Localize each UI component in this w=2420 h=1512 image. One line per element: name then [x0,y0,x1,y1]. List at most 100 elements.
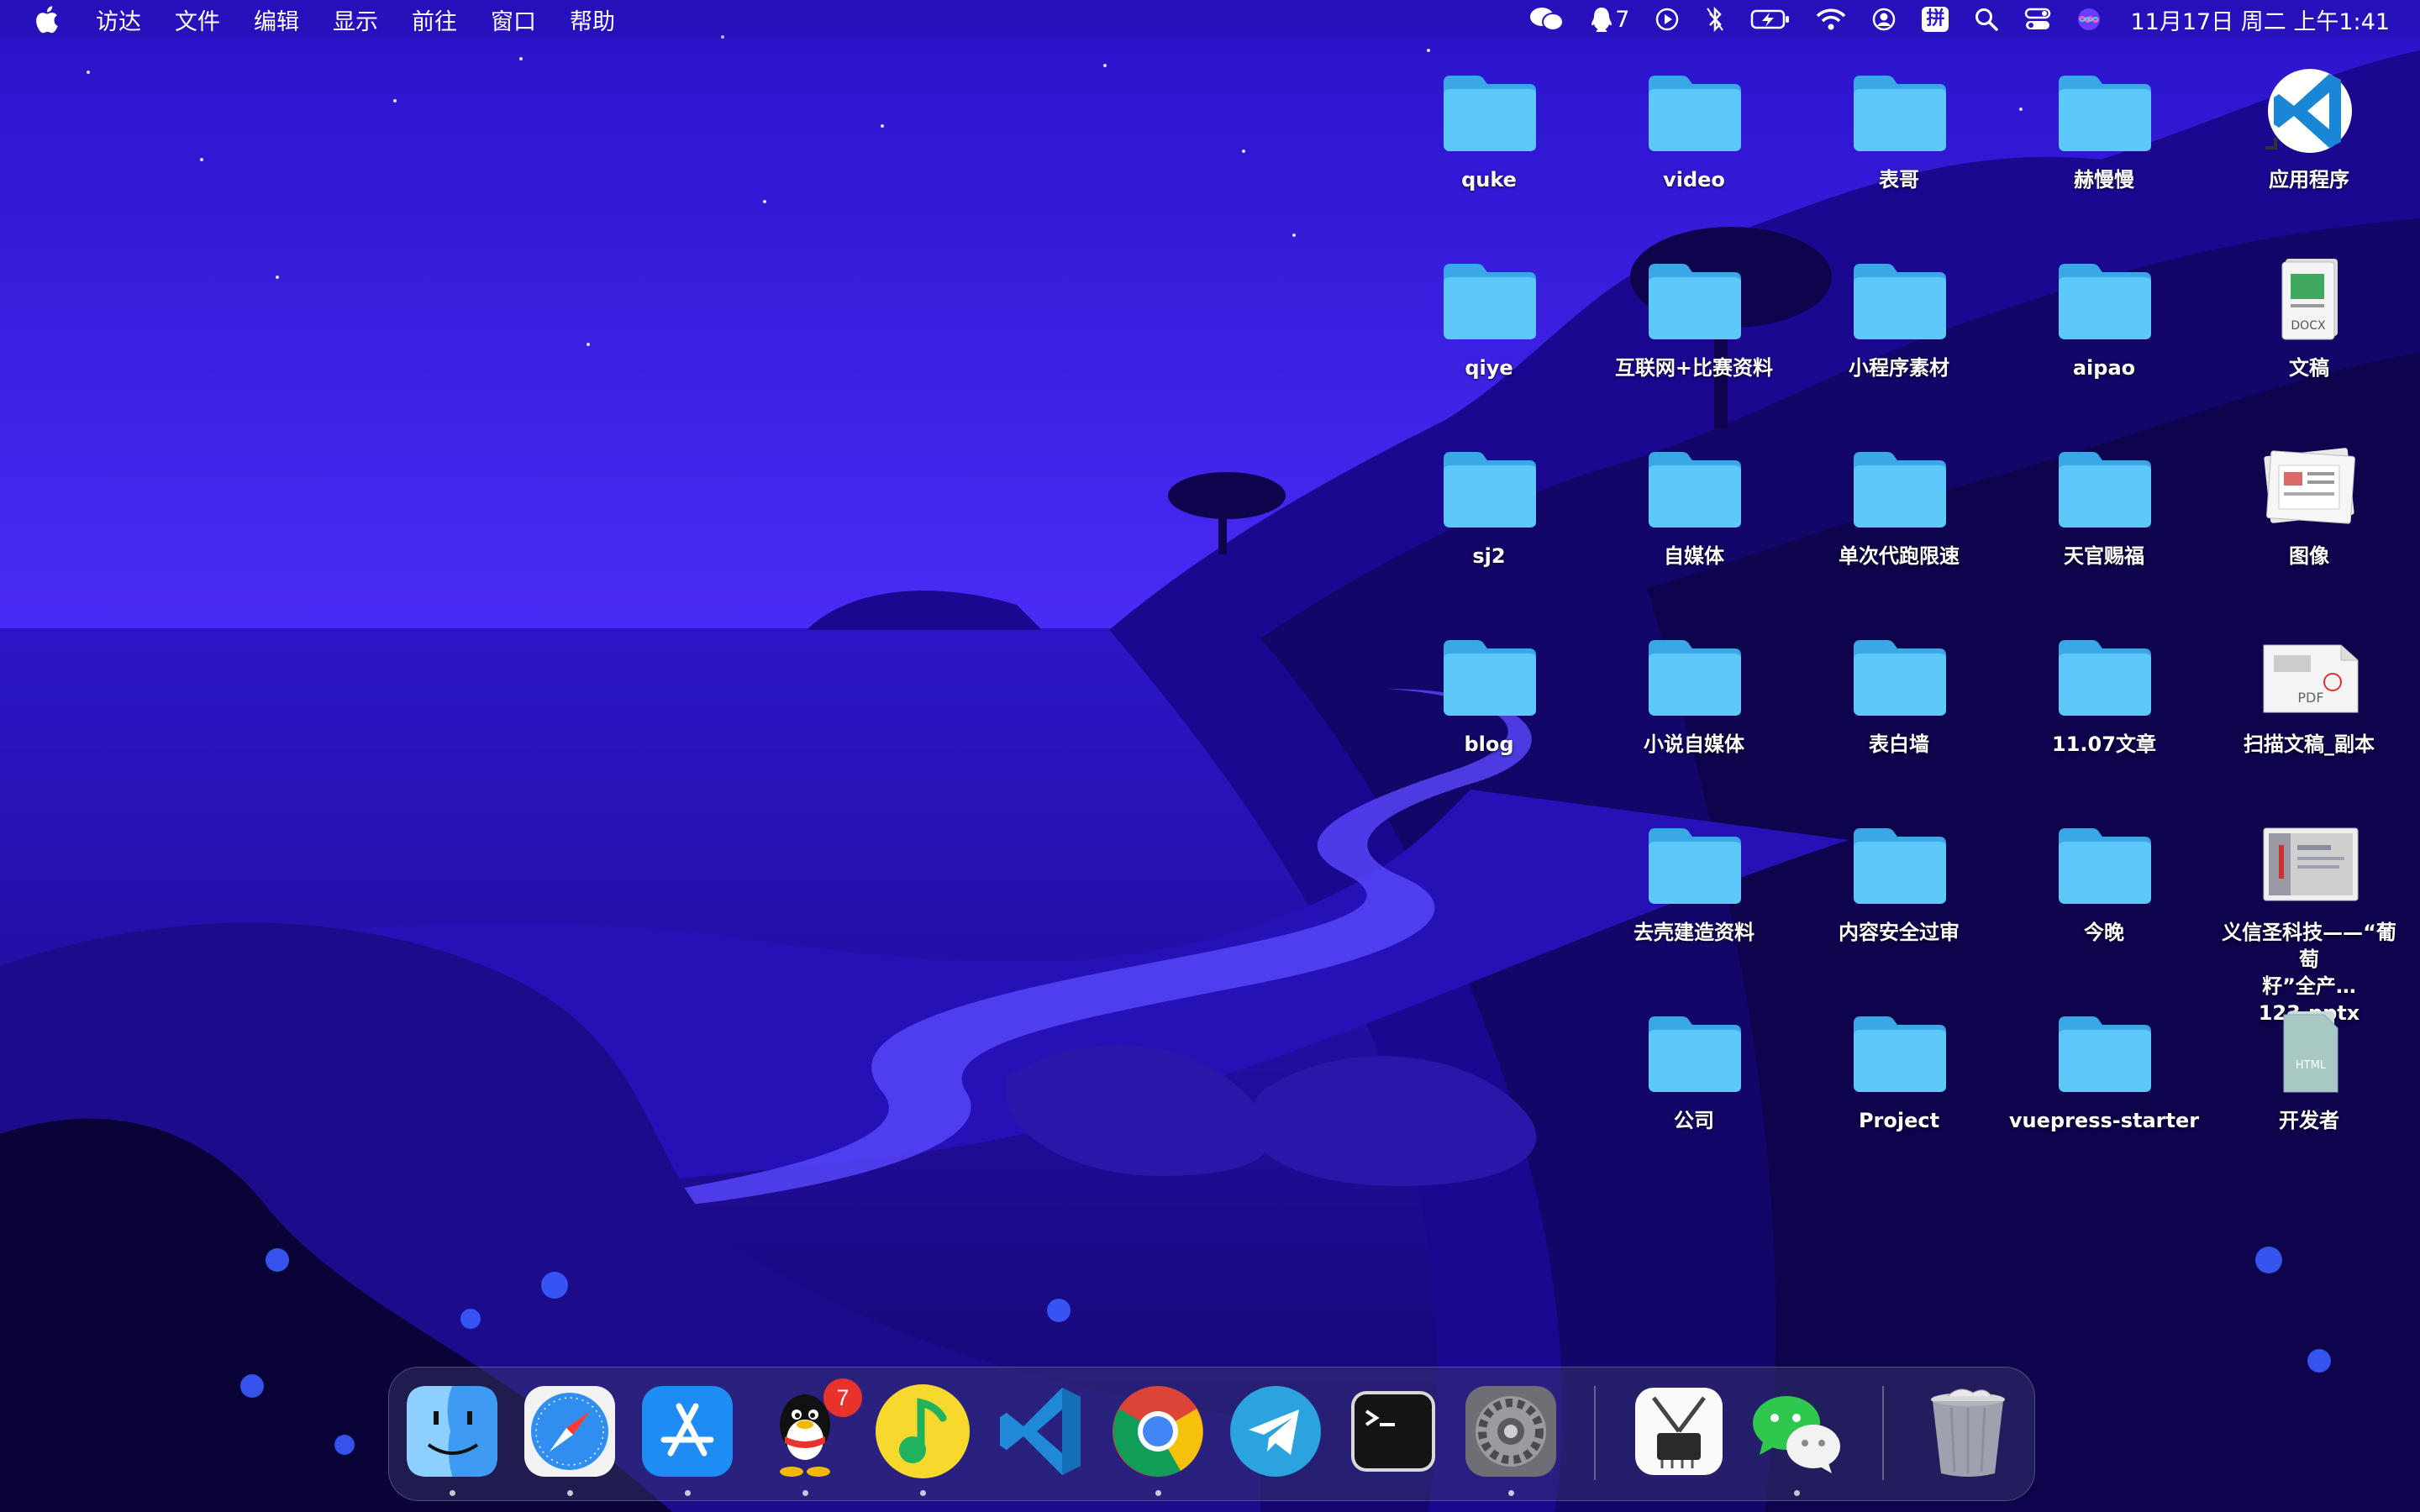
folder-icon [1854,76,1946,151]
input-method-icon[interactable]: 拼 [1922,0,1949,39]
menu-go[interactable]: 前往 [412,3,457,36]
desktop-item-label: 应用程序 [2269,168,2349,192]
dock-safari[interactable] [519,1381,620,1482]
desktop-folder-speed-limit[interactable]: 单次代跑限速 [1802,437,1996,613]
dock-finder[interactable] [402,1381,502,1482]
desktop-folder-hemanman[interactable]: 赫慢慢 [2007,60,2201,237]
html-badge-text: HTML [2296,1059,2327,1072]
dock-trash[interactable] [1918,1381,2018,1482]
desktop-folder-quke[interactable]: quke [1392,60,1586,237]
dock-telegram[interactable] [1225,1381,1326,1482]
bluetooth-off-icon[interactable] [1705,0,1725,39]
desktop-folder-qiye[interactable]: qiye [1392,249,1586,425]
desktop-folder-aipao[interactable]: aipao [2007,249,2201,425]
menu-view[interactable]: 显示 [333,3,378,36]
desktop-item-label: 去壳建造资料 [1634,921,1754,944]
input-method-label: 拼 [1922,7,1949,32]
desktop-folder-1107-articles[interactable]: 11.07文章 [2007,625,2201,801]
desktop-folder-sj2[interactable]: sj2 [1392,437,1586,613]
folder-icon [1444,76,1536,151]
desktop-item-label-line1: 义信圣科技——“葡萄 [2222,921,2396,971]
dock-system-preferences[interactable] [1460,1381,1561,1482]
dock-terminal[interactable] [1343,1381,1444,1482]
desktop-stack-documents[interactable]: DOCX 文稿 [2212,249,2406,425]
control-center-icon[interactable] [2024,0,2051,39]
menu-edit[interactable]: 编辑 [254,3,299,36]
folder-icon [1649,1016,1741,1092]
desktop-item-label: qiye [1465,356,1513,380]
desktop-item-label: 公司 [1674,1109,1714,1132]
dock-running-indicator-qq [802,1490,808,1496]
folder-icon [2059,76,2151,151]
qq-status-icon[interactable]: 7 [1590,0,1629,39]
desktop-item-label: 内容安全过审 [1839,921,1960,944]
desktop-item-label: 开发者 [2279,1109,2339,1132]
desktop-folder-project[interactable]: Project [1802,1001,1996,1178]
system-preferences-icon [1465,1386,1556,1477]
spotlight-search-icon[interactable] [1974,0,1999,39]
desktop-item-label: 表哥 [1879,168,1919,192]
app-store-icon [642,1386,733,1477]
folder-icon [1649,828,1741,904]
desktop-folder-content-review[interactable]: 内容安全过审 [1802,813,1996,990]
desktop-item-label: Project [1858,1109,1940,1132]
menu-bar-clock[interactable]: 11月17日 周二 上午1:41 [2130,3,2390,36]
vscode-alias-icon [2265,69,2352,153]
menu-help[interactable]: 帮助 [570,3,615,36]
now-playing-icon[interactable] [1655,0,1680,39]
desktop-folder-novel-media[interactable]: 小说自媒体 [1597,625,1791,801]
terminal-icon [1351,1391,1435,1472]
desktop-folder-video[interactable]: video [1597,60,1791,237]
dock-ic-tool[interactable] [1628,1381,1729,1482]
apple-logo-icon[interactable] [34,5,59,34]
folder-icon [2059,1016,2151,1092]
desktop-folder-blog[interactable]: blog [1392,625,1586,801]
desktop-folder-tonight[interactable]: 今晚 [2007,813,2201,990]
wechat-icon [1753,1396,1840,1473]
desktop-folder-miniprogram[interactable]: 小程序素材 [1802,249,1996,425]
desktop-item-label: aipao [2072,356,2136,380]
wifi-icon[interactable] [1816,0,1846,39]
folder-icon [2059,640,2151,716]
desktop-item-label: sj2 [1472,544,1506,568]
dock-qq-music[interactable] [872,1381,973,1482]
desktop-item-label: 图像 [2289,544,2329,568]
battery-charging-icon[interactable] [1750,0,1791,39]
desktop-stack-developer[interactable]: HTML 开发者 [2212,1001,2406,1178]
desktop-item-label: 赫慢慢 [2074,168,2134,192]
dock-running-indicator-qq-music [920,1490,926,1496]
vscode-icon [1000,1388,1081,1475]
siri-icon[interactable] [2076,0,2102,39]
desktop-stack-images[interactable]: 图像 [2212,437,2406,613]
desktop-item-label: 今晚 [2084,921,2124,944]
desktop-item-label: 小程序素材 [1849,356,1949,380]
wechat-status-icon[interactable] [1529,0,1565,39]
desktop-folder-shell-build[interactable]: 去壳建造资料 [1597,813,1791,990]
desktop-file-pptx[interactable]: 义信圣科技——“葡萄 籽”全产…123.pptx [2212,813,2406,1025]
folder-icon [1649,264,1741,339]
safari-icon [524,1386,615,1477]
desktop-file-scan-copy[interactable]: PDF 扫描文稿_副本 [2212,625,2406,801]
desktop-folder-company[interactable]: 公司 [1597,1001,1791,1178]
menu-window[interactable]: 窗口 [491,3,536,36]
dock-running-indicator-finder [450,1490,455,1496]
desktop-folder-confession-wall[interactable]: 表白墙 [1802,625,1996,801]
menu-file[interactable]: 文件 [175,3,220,36]
qq-music-icon [876,1384,970,1478]
desktop-folder-zimeiti[interactable]: 自媒体 [1597,437,1791,613]
docx-stack-icon: DOCX [2281,259,2338,340]
menu-finder[interactable]: 访达 [96,3,141,36]
dock-running-indicator-app-store [685,1490,691,1496]
folder-icon [1444,264,1536,339]
desktop-folder-biaoge[interactable]: 表哥 [1802,60,1996,237]
user-account-icon[interactable] [1871,0,1897,39]
desktop-folder-tianguan[interactable]: 天官赐福 [2007,437,2201,613]
dock-wechat[interactable] [1746,1381,1847,1482]
image-stack-icon [2264,448,2355,524]
desktop-folder-internet-plus[interactable]: 互联网+比赛资料 [1597,249,1791,425]
desktop-folder-vuepress-starter[interactable]: vuepress-starter [2007,1001,2201,1178]
dock-vscode[interactable] [990,1381,1091,1482]
dock-chrome[interactable] [1107,1381,1208,1482]
dock-app-store[interactable] [637,1381,738,1482]
desktop-alias-applications[interactable]: 应用程序 [2212,60,2406,237]
